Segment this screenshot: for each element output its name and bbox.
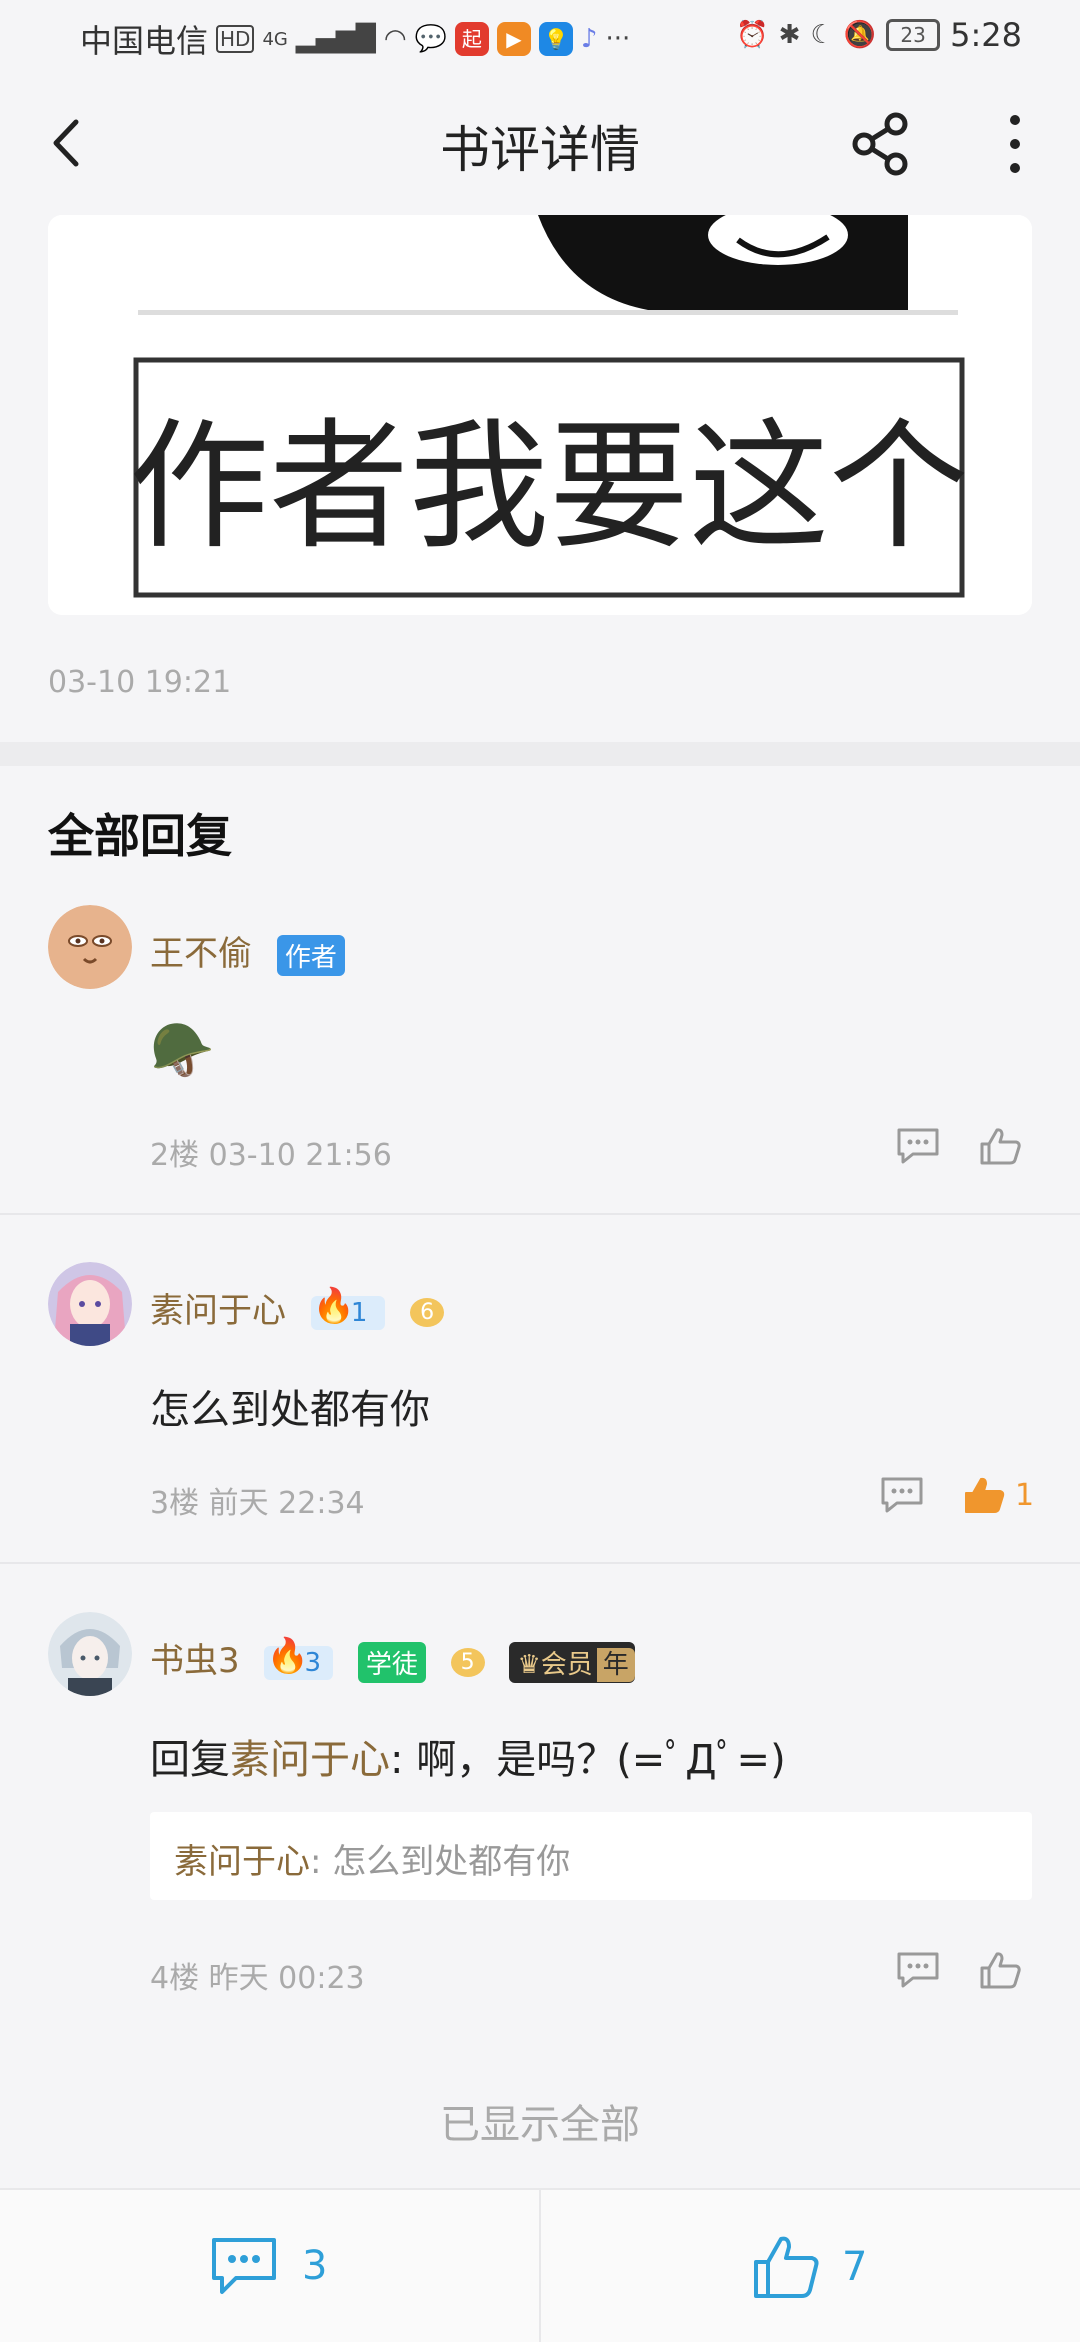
alarm-icon: ⏰ [736,20,769,50]
avatar-anime-boy-icon [48,1612,132,1696]
video-app-icon: ▶ [496,22,531,56]
reply-icon[interactable] [879,1475,925,1515]
reply-icon[interactable] [895,1950,941,1990]
carrier-label: 中国电信 [80,22,209,60]
comment-floor-meta: 3楼 前天 22:34 [150,1486,365,1521]
all-shown-label: 已显示全部 [440,2102,640,2148]
comment-count: 3 [302,2243,328,2289]
meme-caption: 作者我要这个 [129,406,969,569]
comment-floor-meta: 2楼 03-10 21:56 [150,1138,392,1173]
comment-username[interactable]: 素问于心 🔥 1 6 [150,1283,445,1332]
username-text[interactable]: 书虫3 [150,1641,240,1681]
bulb-app-icon: 💡 [538,22,573,56]
battery-icon: 23 [886,19,941,51]
avatar[interactable] [48,1612,132,1696]
avatar[interactable] [48,1262,132,1346]
comment-bubble-icon [212,2238,276,2294]
bluetooth-icon: ✱ [778,20,801,50]
bottom-bar-divider [539,2190,541,2342]
reply-target-user[interactable]: 素问于心 [230,1737,390,1783]
share-button[interactable] [850,112,914,176]
like-icon[interactable] [978,1126,1022,1166]
comment-username[interactable]: 书虫3 🔥 3 学徒 5 ♛会员年 [150,1633,635,1683]
more-notifications-icon: ··· [605,24,631,54]
fan-level-badge: 🔥 1 [310,1286,386,1330]
more-options-button[interactable] [995,108,1035,180]
meme-image: 作者我要这个 [48,215,1032,615]
app-bar: 书评详情 [0,72,1080,212]
page-title: 书评详情 [440,121,640,179]
reply-icon[interactable] [895,1126,941,1166]
flame-icon: 🔥 [266,1635,309,1676]
more-vertical-icon [1010,115,1020,173]
moon-icon: ☾ [810,20,834,50]
thumbs-up-icon [754,2236,819,2298]
username-text[interactable]: 素问于心 [150,1291,286,1331]
post-image[interactable]: 作者我要这个 [48,215,1032,615]
avatar[interactable] [48,905,132,989]
share-icon [852,112,908,176]
replies-section-title: 全部回复 [48,809,232,863]
flame-icon: 🔥 [312,1285,356,1326]
comment-floor-meta: 4楼 昨天 00:23 [150,1961,365,1996]
wifi-icon: ◠ [383,24,407,54]
quote-user[interactable]: 素问于心 [174,1842,310,1882]
like-button[interactable]: 7 [752,2234,867,2300]
music-icon: ♪ [580,24,598,54]
like-count-total: 7 [842,2244,868,2290]
comment-text: 回复素问于心: 啊，是吗？(=ﾟДﾟ=) [150,1727,786,1785]
reply-text: : 啊，是吗？(=ﾟДﾟ=) [390,1737,786,1783]
like-icon[interactable] [978,1950,1022,1990]
comment-emoji: 🪖 [150,1021,215,1081]
reply-prefix: 回复 [150,1737,230,1783]
hd-icon: HD [216,25,255,53]
avatar-anime-girl-icon [48,1262,132,1346]
post-time: 03-10 19:21 [48,665,232,700]
comment-text: 怎么到处都有你 [150,1387,430,1433]
author-badge: 作者 [276,935,345,976]
app-notification-icon: 起 [454,22,489,56]
medal-badge: 5 [450,1648,485,1677]
title-badge: 学徒 [357,1642,426,1683]
vip-badge: ♛会员年 [509,1642,635,1683]
username-text[interactable]: 王不偷 [150,934,252,974]
row-divider [0,1562,1080,1564]
quoted-comment[interactable]: 素问于心: 怎么到处都有你 [150,1812,1032,1900]
comment-username[interactable]: 王不偷 作者 [150,926,345,976]
row-divider [0,1213,1080,1215]
wechat-icon: 💬 [414,24,447,54]
mute-icon: 🔕 [843,20,877,50]
section-divider [0,742,1080,766]
like-icon-active[interactable] [962,1475,1006,1515]
avatar-face-icon [48,905,132,989]
status-bar: 中国电信 HD 4G ▂▄▆█ ◠ 💬 起 ▶ 💡 ♪ ··· ⏰ ✱ ☾ 🔕 … [0,0,1080,72]
like-count: 1 [1015,1478,1035,1513]
comment-button[interactable]: 3 [208,2234,327,2298]
signal-icon: ▂▄▆█ [295,24,376,54]
quote-text: : 怎么到处都有你 [310,1842,571,1882]
fan-level-badge: 🔥 3 [264,1636,333,1680]
network-type: 4G [262,28,288,50]
medal-badge: 6 [410,1298,445,1327]
bottom-action-bar: 3 7 [0,2188,1080,2342]
clock: 5:28 [950,16,1022,54]
vip-year-tag: 年 [596,1648,635,1682]
crown-icon: ♛ [517,1650,541,1680]
